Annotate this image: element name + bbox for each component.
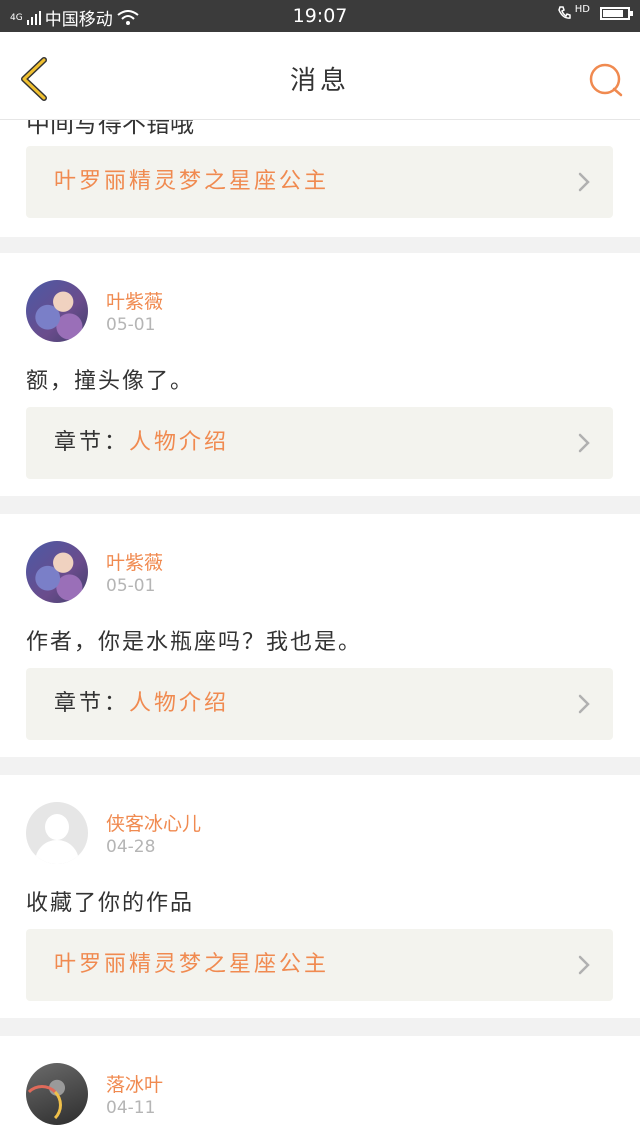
chevron-right-icon xyxy=(578,433,590,453)
chapter-link[interactable]: 章节：人物介绍 xyxy=(26,668,613,740)
message-date: 05-01 xyxy=(106,315,156,335)
message-list[interactable]: 中间写得不错哦 叶罗丽精灵梦之星座公主 叶紫薇 05-01 额，撞头像了。 章节… xyxy=(0,120,640,1138)
message-comment: 作者，你是水瓶座吗？我也是。 xyxy=(26,630,363,655)
message-card: 落冰叶 04-11 xyxy=(0,1036,640,1138)
chevron-right-icon xyxy=(578,955,590,975)
chapter-prefix: 章节： xyxy=(54,691,130,716)
avatar[interactable] xyxy=(26,541,88,603)
chapter-link[interactable]: 章节：人物介绍 xyxy=(26,407,613,479)
search-icon[interactable] xyxy=(588,62,624,98)
page-title: 消息 xyxy=(289,66,350,96)
battery-icon xyxy=(600,6,633,20)
chapter-title: 人物介绍 xyxy=(129,691,230,716)
username[interactable]: 落冰叶 xyxy=(106,1070,163,1097)
avatar[interactable] xyxy=(26,280,88,342)
message-date: 04-11 xyxy=(106,1098,156,1118)
status-right: HD xyxy=(557,3,633,21)
work-title: 叶罗丽精灵梦之星座公主 xyxy=(54,952,330,977)
phone-hd-icon xyxy=(557,6,571,19)
message-card: 侠客冰心儿 04-28 收藏了你的作品 叶罗丽精灵梦之星座公主 xyxy=(0,775,640,1018)
message-comment: 收藏了你的作品 xyxy=(26,891,195,916)
nav-bar: 消息 xyxy=(0,32,640,120)
username[interactable]: 叶紫薇 xyxy=(106,548,163,575)
work-title: 叶罗丽精灵梦之星座公主 xyxy=(54,169,330,194)
chapter-title: 人物介绍 xyxy=(129,430,230,455)
message-date: 05-01 xyxy=(106,576,156,596)
message-date: 04-28 xyxy=(106,837,156,857)
message-card: 叶紫薇 05-01 额，撞头像了。 章节：人物介绍 xyxy=(0,253,640,496)
avatar[interactable] xyxy=(26,1063,88,1125)
message-comment: 中间写得不错哦 xyxy=(26,120,194,138)
chevron-right-icon xyxy=(578,694,590,714)
status-bar: 4G 中国移动 19:07 HD xyxy=(0,0,640,32)
work-link[interactable]: 叶罗丽精灵梦之星座公主 xyxy=(26,929,613,1001)
username[interactable]: 叶紫薇 xyxy=(106,287,163,314)
avatar[interactable] xyxy=(26,802,88,864)
username[interactable]: 侠客冰心儿 xyxy=(106,809,201,836)
work-link[interactable]: 叶罗丽精灵梦之星座公主 xyxy=(26,146,613,218)
hd-label: HD xyxy=(574,3,590,15)
chevron-right-icon xyxy=(578,172,590,192)
status-time: 19:07 xyxy=(292,5,348,27)
message-card: 叶紫薇 05-01 作者，你是水瓶座吗？我也是。 章节：人物介绍 xyxy=(0,514,640,757)
message-comment: 额，撞头像了。 xyxy=(26,369,195,394)
message-card: 中间写得不错哦 叶罗丽精灵梦之星座公主 xyxy=(0,120,640,237)
chapter-prefix: 章节： xyxy=(54,430,130,455)
